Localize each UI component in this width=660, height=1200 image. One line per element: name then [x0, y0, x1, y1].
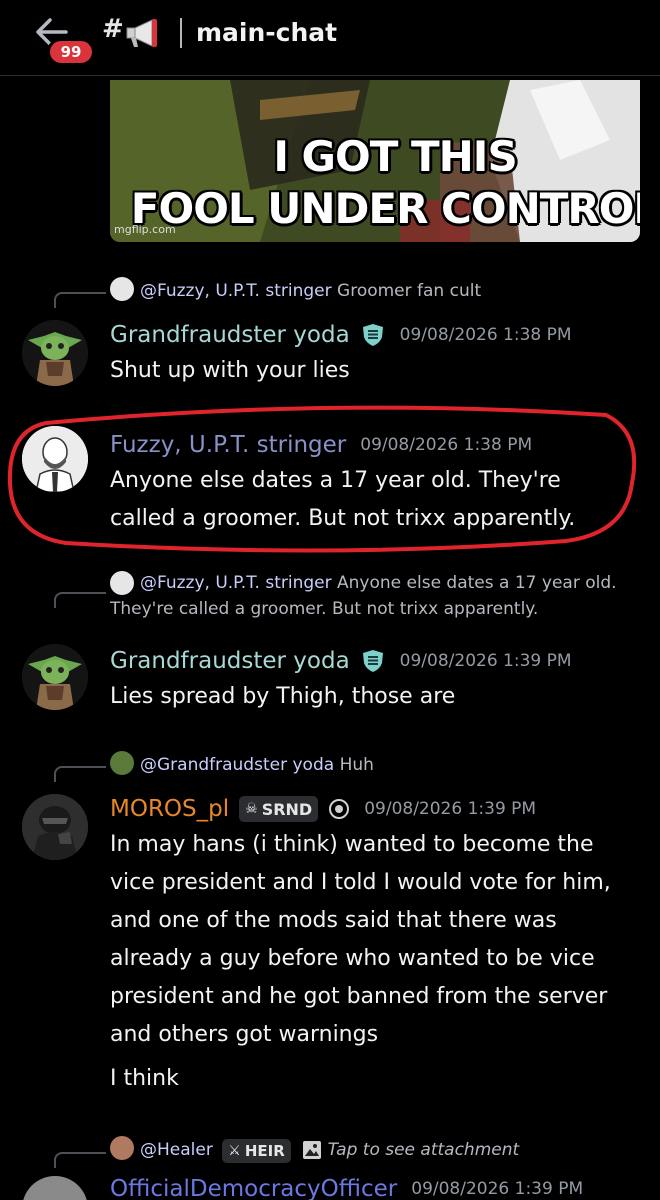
avatar[interactable]: [22, 794, 88, 860]
sword-icon: ⚔: [228, 1143, 241, 1159]
message-text-line: and one of the mods said that there was: [110, 908, 557, 933]
shield-icon: [362, 324, 383, 346]
reply-text-line: Anyone else dates a 17 year old.: [337, 573, 617, 593]
reply-preview[interactable]: @Grandfraudster yoda Huh: [110, 751, 374, 778]
channel-hash-icon: #: [102, 14, 124, 44]
avatar[interactable]: [22, 320, 88, 386]
reply-connector: [54, 766, 106, 782]
moros-avatar-icon: [22, 794, 88, 860]
message: MOROS_pl ☠ SRND 09/08/2026 1:39 PM In may…: [110, 792, 640, 1098]
reply-text-line: They're called a groomer. But not trixx …: [110, 599, 539, 619]
header-separator: [180, 18, 182, 48]
reply-text: Huh: [339, 755, 374, 775]
mini-avatar: [110, 277, 134, 301]
tag-label: HEIR: [244, 1142, 285, 1160]
username[interactable]: MOROS_pl: [110, 796, 229, 822]
message-text: Lies spread by Thigh, those are: [110, 684, 456, 709]
meme-caption-top: I GOT THIS: [273, 132, 517, 181]
message: OfficialDemocracyOfficer 09/08/2026 1:39…: [110, 1172, 640, 1200]
yoda-avatar-icon: [22, 644, 88, 710]
avatar[interactable]: [22, 644, 88, 710]
reply-text: Groomer fan cult: [337, 281, 482, 301]
message-text-line: and others got warnings: [110, 1022, 379, 1047]
message: Grandfraudster yoda 09/08/2026 1:39 PM L…: [110, 644, 640, 716]
channel-header: 99 # main-chat: [0, 0, 660, 76]
yoda-avatar-icon: [22, 320, 88, 386]
reply-preview[interactable]: @Fuzzy, U.P.T. stringer Groomer fan cult: [110, 277, 482, 304]
timestamp: 09/08/2026 1:39 PM: [364, 799, 537, 819]
reply-mention[interactable]: @Grandfraudster yoda: [140, 755, 334, 775]
reply-mention[interactable]: @Fuzzy, U.P.T. stringer: [140, 573, 332, 593]
message-text: I think: [110, 1066, 179, 1091]
timestamp: 09/08/2026 1:38 PM: [399, 325, 572, 345]
reply-mention[interactable]: @Healer: [140, 1140, 213, 1160]
reply-preview[interactable]: @Fuzzy, U.P.T. stringer Anyone else date…: [110, 570, 640, 622]
image-attachment-icon: [303, 1141, 322, 1159]
unread-badge: 99: [47, 38, 95, 66]
reply-connector: [54, 292, 106, 308]
message-text-line: In may hans (i think) wanted to become t…: [110, 832, 594, 857]
reply-connector: [54, 592, 106, 608]
role-tag[interactable]: ⚔ HEIR: [222, 1139, 291, 1163]
channel-name[interactable]: main-chat: [196, 18, 337, 47]
mini-avatar: [110, 1136, 134, 1160]
username[interactable]: OfficialDemocracyOfficer: [110, 1176, 397, 1200]
timestamp: 09/08/2026 1:39 PM: [411, 1179, 584, 1199]
mini-avatar: [110, 751, 134, 775]
skull-icon: ☠: [245, 801, 258, 817]
meme-image[interactable]: I GOT THIS FOOL UNDER CONTROL mgflip.com: [110, 80, 640, 242]
mini-avatar: [110, 571, 134, 595]
meme-caption-bottom: FOOL UNDER CONTROL: [130, 184, 640, 233]
megaphone-icon: [126, 19, 157, 47]
shield-icon: [362, 650, 383, 672]
message-text-line: vice president and I told I would vote f…: [110, 870, 611, 895]
message-text: Shut up with your lies: [110, 358, 350, 383]
timestamp: 09/08/2026 1:39 PM: [399, 651, 572, 671]
message-text-line: already a guy before who wanted to be vi…: [110, 946, 595, 971]
reply-preview[interactable]: @Healer ⚔ HEIR Tap to see attachment: [110, 1136, 520, 1163]
avatar[interactable]: [22, 1176, 88, 1200]
guild-badge-icon: [329, 799, 350, 819]
reply-mention[interactable]: @Fuzzy, U.P.T. stringer: [140, 281, 332, 301]
reply-text: Tap to see attachment: [327, 1140, 520, 1160]
username[interactable]: Grandfraudster yoda: [110, 648, 350, 674]
reply-connector: [54, 1152, 106, 1168]
username[interactable]: Grandfraudster yoda: [110, 322, 350, 348]
meme-watermark: mgflip.com: [114, 223, 176, 236]
red-highlight-circle: [7, 405, 636, 553]
tag-label: SRND: [261, 799, 313, 819]
message: Grandfraudster yoda 09/08/2026 1:38 PM S…: [110, 318, 640, 390]
message-text-line: president and he got banned from the ser…: [110, 984, 608, 1009]
server-tag[interactable]: ☠ SRND: [239, 796, 319, 822]
